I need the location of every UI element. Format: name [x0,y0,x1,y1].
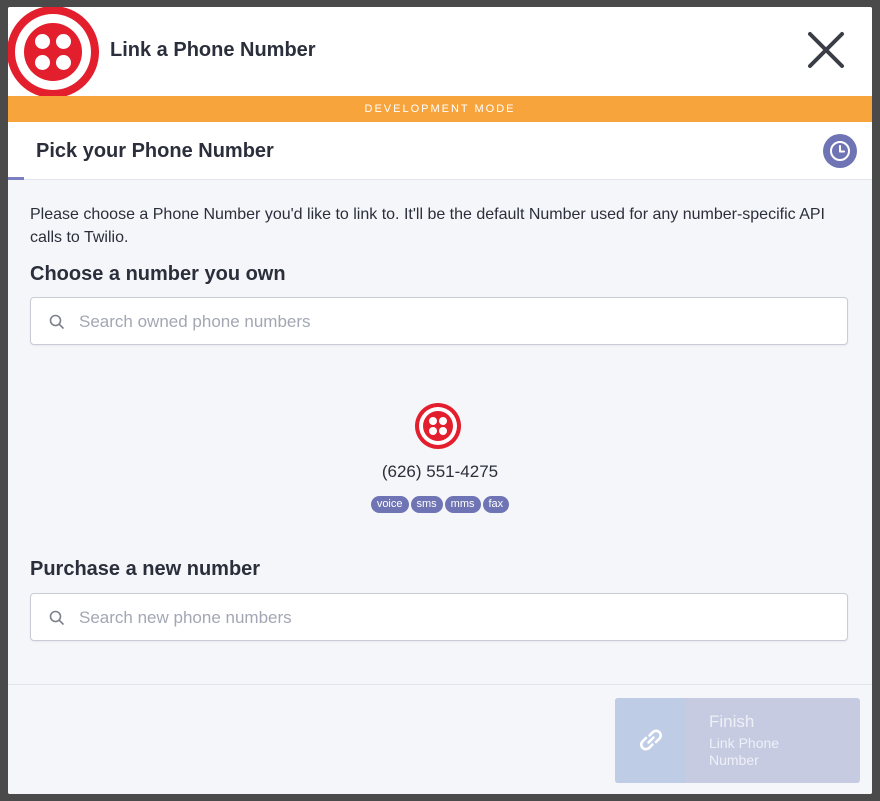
owned-number-search-input[interactable] [77,308,821,336]
owned-search-box[interactable] [30,297,848,345]
finish-label: Finish [709,712,755,731]
finish-sublabel: Link Phone Number [709,735,780,768]
capability-badges: voice sms mms fax [340,496,540,513]
instructions-text: Please choose a Phone Number you'd like … [30,206,825,246]
purchase-section-label: Purchase a new number [30,558,261,580]
purchase-search-box[interactable] [30,593,848,641]
capability-badge-sms: sms [410,496,443,513]
close-icon [808,32,844,68]
new-number-search-input[interactable] [77,604,821,632]
step-title: Pick your Phone Number [36,140,274,162]
search-icon [49,610,64,625]
development-mode-banner: DEVELOPMENT MODE [8,96,872,122]
search-icon [49,314,64,329]
modal-header: Link a Phone Number [8,7,872,98]
modal-title: Link a Phone Number [110,39,316,61]
close-button[interactable] [806,30,846,70]
modal-footer: Finish Link Phone Number [8,684,872,794]
twilio-logo-icon [415,403,461,449]
step-active-indicator [8,177,24,180]
twilio-logo-icon [8,7,99,98]
history-button[interactable] [823,134,857,168]
link-phone-modal: Link a Phone Number DEVELOPMENT MODE Pic… [8,7,872,794]
step-header: Pick your Phone Number [8,122,872,180]
finish-button[interactable]: Finish Link Phone Number [615,698,860,783]
link-icon [640,729,662,751]
owned-number-card[interactable]: (626) 551-4275 voice sms mms fax [340,397,540,517]
owned-section-label: Choose a number you own [30,263,286,285]
capability-badge-voice: voice [370,496,409,513]
phone-number: (626) 551-4275 [381,462,499,481]
capability-badge-mms: mms [444,496,481,513]
finish-icon-box [615,698,686,783]
capability-badge-fax: fax [482,496,510,513]
clock-icon [830,141,850,161]
